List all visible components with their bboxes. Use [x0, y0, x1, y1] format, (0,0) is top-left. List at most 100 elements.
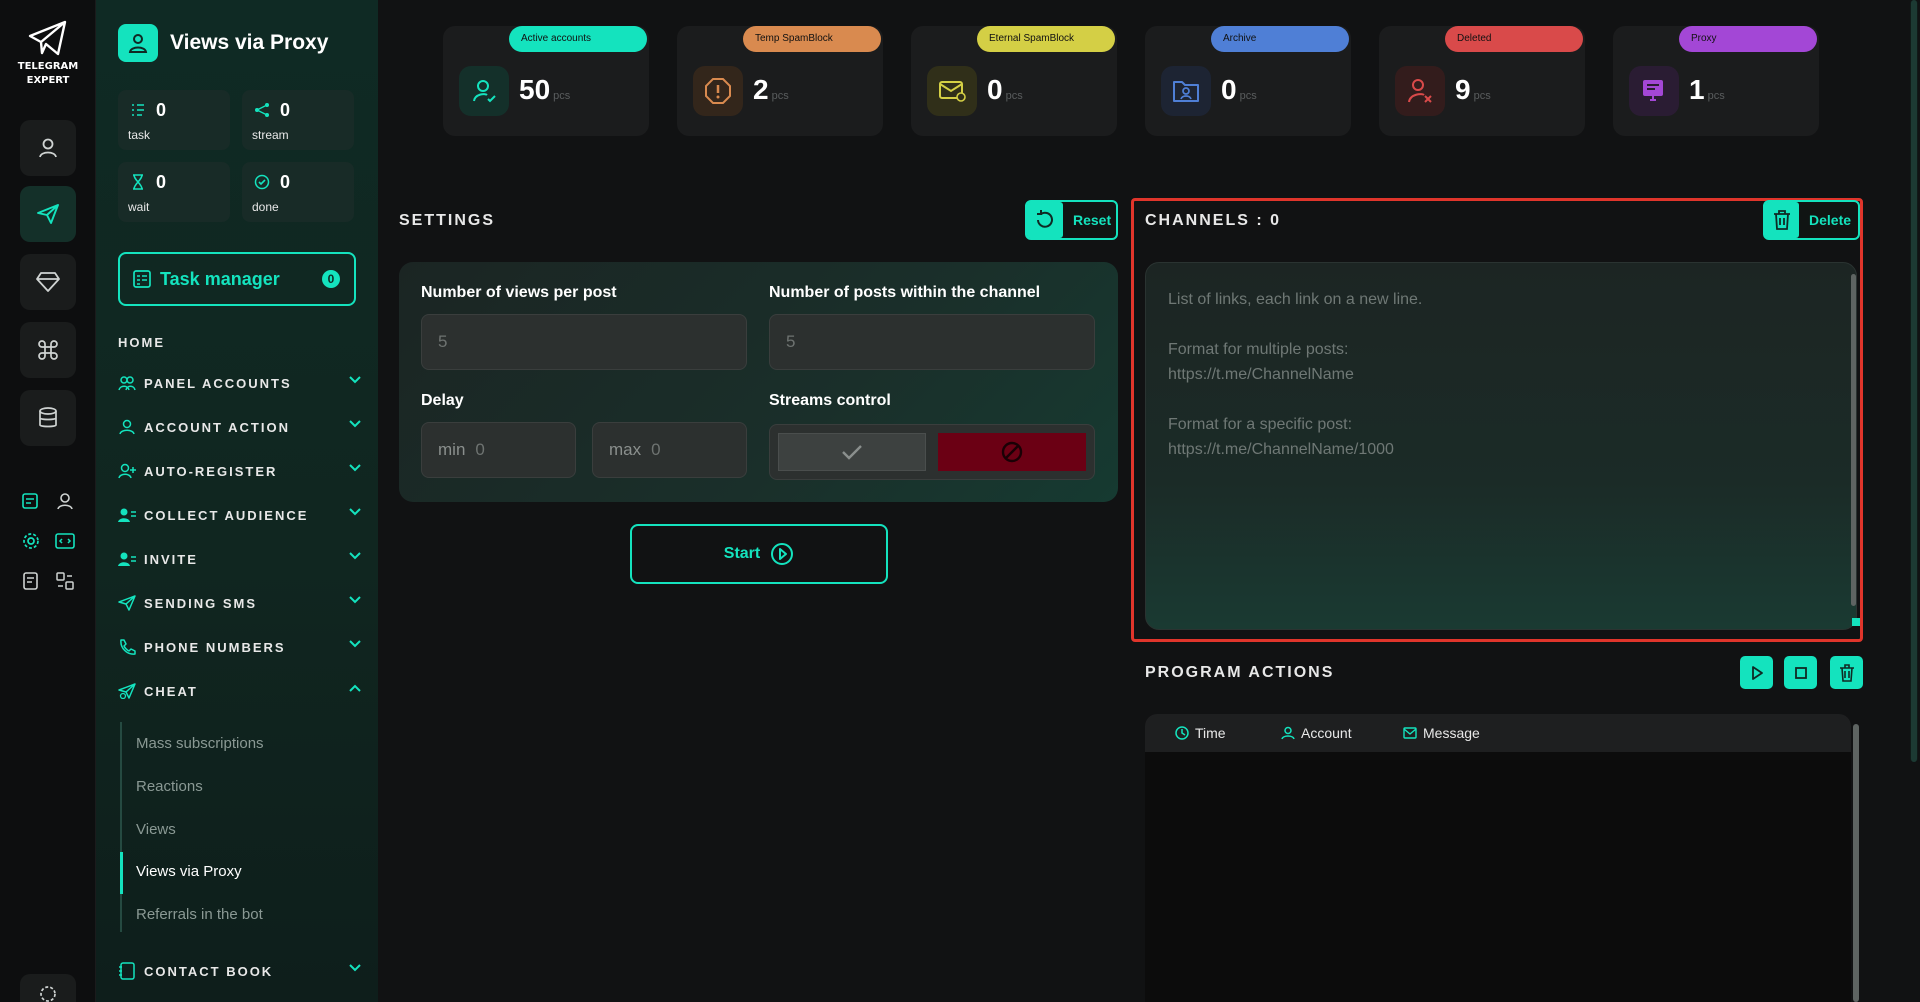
sub-views-via-proxy[interactable]: Views via Proxy — [136, 863, 242, 880]
user-icon — [39, 138, 57, 158]
card-value: 0 — [987, 74, 1003, 105]
user-check-icon — [459, 66, 509, 116]
card-unit: pcs — [553, 90, 571, 102]
card-proxy[interactable]: Proxy 1 pcs — [1613, 26, 1819, 136]
card-value: 50 — [519, 74, 551, 105]
card-eternal-spamblock[interactable]: Eternal SpamBlock 0 pcs — [911, 26, 1117, 136]
nav-contact-book[interactable]: CONTACT BOOK — [118, 960, 362, 982]
stat-stream-label: stream — [252, 128, 289, 142]
sub-views[interactable]: Views — [136, 821, 176, 838]
nav-sending-sms[interactable]: SENDING SMS — [118, 592, 362, 614]
rail-code-button[interactable] — [54, 530, 76, 552]
start-button[interactable]: Start — [630, 524, 888, 584]
nav-auto-register[interactable]: AUTO-REGISTER — [118, 460, 362, 482]
folder-user-icon — [1161, 66, 1211, 116]
nav-account-action[interactable]: ACCOUNT ACTION — [118, 416, 362, 438]
posts-in-channel-input[interactable]: 5 — [769, 314, 1095, 370]
card-value: 9 — [1455, 74, 1471, 105]
views-per-post-label: Number of views per post — [421, 284, 617, 301]
stop-button[interactable] — [1784, 656, 1817, 689]
delay-min-input[interactable]: min 0 — [421, 422, 576, 478]
channels-scrollbar[interactable] — [1851, 274, 1856, 606]
rail-list-settings-button[interactable] — [20, 490, 42, 512]
phone-icon — [120, 639, 136, 655]
streams-control-label: Streams control — [769, 392, 891, 409]
sub-mass-subscriptions[interactable]: Mass subscriptions — [136, 735, 264, 752]
block-icon — [1001, 441, 1023, 463]
reset-label: Reset — [1073, 212, 1112, 228]
reset-button[interactable]: Reset — [1025, 200, 1118, 240]
col-account[interactable]: Account — [1281, 725, 1352, 741]
app-logo[interactable]: TELEGRAM EXPERT — [0, 20, 96, 88]
clear-log-button[interactable] — [1830, 656, 1863, 689]
send-icon — [118, 595, 136, 611]
user-icon — [119, 419, 135, 435]
card-label: Proxy — [1679, 26, 1817, 52]
page-scrollbar[interactable] — [1911, 0, 1917, 762]
telegram-logo-icon — [28, 20, 67, 56]
rail-database-button[interactable] — [20, 390, 76, 446]
streams-enable-button[interactable] — [778, 433, 926, 471]
nav-cheat[interactable]: CHEAT — [118, 680, 362, 702]
nav-phone-numbers[interactable]: PHONE NUMBERS — [118, 636, 362, 658]
user-list-icon — [118, 508, 136, 522]
rail-transfer-button[interactable] — [54, 570, 76, 592]
streams-disable-button[interactable] — [938, 433, 1086, 471]
views-per-post-input[interactable]: 5 — [421, 314, 747, 370]
task-manager-icon — [133, 270, 151, 288]
card-archive[interactable]: Archive 0 pcs — [1145, 26, 1351, 136]
delay-max-prefix: max — [609, 440, 642, 459]
nav-panel-accounts[interactable]: PANEL ACCOUNTS — [118, 372, 362, 394]
sub-referrals-in-bot[interactable]: Referrals in the bot — [136, 906, 263, 923]
chevron-down-icon — [349, 964, 361, 972]
warning-octagon-icon — [693, 66, 743, 116]
rail-commands-button[interactable] — [20, 322, 76, 378]
nav-collect-audience[interactable]: COLLECT AUDIENCE — [118, 504, 362, 526]
send-icon — [37, 204, 59, 224]
card-temp-spamblock[interactable]: Temp SpamBlock 2 pcs — [677, 26, 883, 136]
home-link[interactable]: HOME — [118, 335, 165, 350]
card-label: Temp SpamBlock — [743, 26, 881, 52]
card-deleted[interactable]: Deleted 9 pcs — [1379, 26, 1585, 136]
play-button[interactable] — [1740, 656, 1773, 689]
rail-bottom-settings-button[interactable] — [20, 974, 76, 1002]
log-scrollbar[interactable] — [1853, 724, 1859, 1002]
nav-invite[interactable]: INVITE — [118, 548, 362, 570]
resize-handle[interactable] — [1852, 618, 1860, 626]
rail-telegram-button[interactable] — [20, 186, 76, 242]
program-actions-title: PROGRAM ACTIONS — [1145, 664, 1335, 681]
stat-task-label: task — [128, 128, 151, 142]
reset-icon — [1027, 202, 1063, 238]
play-circle-icon — [771, 543, 794, 565]
log-header: Time Account Message — [1145, 714, 1851, 752]
channels-textarea[interactable]: List of links, each link on a new line. … — [1145, 262, 1857, 630]
chevron-up-icon — [349, 684, 361, 692]
delete-channels-button[interactable]: Delete — [1763, 200, 1860, 240]
chevron-down-icon — [349, 508, 361, 516]
stat-task-value: 0 — [156, 100, 167, 120]
rail-tasks-button[interactable] — [20, 570, 42, 592]
sub-reactions[interactable]: Reactions — [136, 778, 203, 795]
stat-wait-label: wait — [128, 200, 150, 214]
card-active-accounts[interactable]: Active accounts 50 pcs — [443, 26, 649, 136]
card-value: 0 — [1221, 74, 1237, 105]
col-message[interactable]: Message — [1403, 725, 1480, 741]
start-label: Start — [723, 545, 761, 562]
gear-icon — [23, 533, 39, 549]
clock-icon — [1175, 726, 1189, 740]
rail-accounts-button[interactable] — [20, 120, 76, 176]
rail-settings-button[interactable] — [20, 530, 42, 552]
task-manager-count: 0 — [322, 270, 340, 288]
chevron-down-icon — [349, 464, 361, 472]
col-time[interactable]: Time — [1175, 725, 1226, 741]
delay-max-input[interactable]: max 0 — [592, 422, 747, 478]
rail-webhook-button[interactable] — [54, 490, 76, 512]
rail-premium-button[interactable] — [20, 254, 76, 310]
posts-in-channel-label: Number of posts within the channel — [769, 284, 1041, 301]
card-value: 2 — [753, 74, 769, 105]
delay-max-value: 0 — [651, 440, 661, 459]
command-icon — [38, 340, 58, 360]
nav-label: CONTACT BOOK — [144, 963, 274, 979]
task-manager-button[interactable]: Task manager 0 — [118, 252, 356, 306]
page-user-icon — [118, 24, 158, 62]
